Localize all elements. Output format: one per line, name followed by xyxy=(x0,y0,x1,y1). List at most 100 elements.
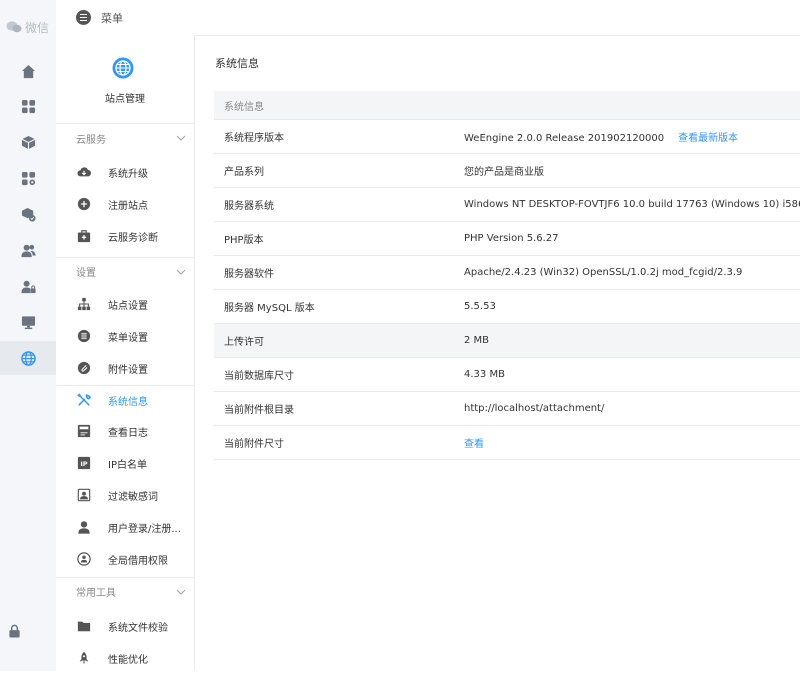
cube-icon xyxy=(21,135,35,149)
rail-modules[interactable] xyxy=(0,161,56,195)
row-value-text: WeEngine 2.0.0 Release 201902120000 xyxy=(464,133,665,144)
cloud-download-icon xyxy=(77,167,91,177)
sidebar-item-label: 用户登录/注册... xyxy=(108,523,181,535)
table-row: 当前数据库尺寸 4.33 MB xyxy=(214,358,800,392)
sidebar-item-system-upgrade[interactable]: 系统升级 xyxy=(56,157,194,187)
sidebar-item-label: 过滤敏感词 xyxy=(108,491,158,503)
section-common-tools[interactable]: 常用工具 xyxy=(56,577,194,605)
tools-icon xyxy=(77,393,91,406)
sidebar-item-label: 性能优化 xyxy=(108,654,148,666)
row-key: 系统程序版本 xyxy=(224,133,284,144)
row-value: 您的产品是商业版 xyxy=(464,167,544,178)
rail-lock[interactable] xyxy=(0,622,28,640)
top-bar-title: 菜单 xyxy=(101,11,123,25)
lock-icon xyxy=(8,624,20,638)
sidebar-item-label: IP白名单 xyxy=(108,459,147,471)
rail-cube[interactable] xyxy=(0,125,56,159)
filter-icon xyxy=(77,488,91,502)
row-key: 服务器 MySQL 版本 xyxy=(224,303,315,314)
log-icon xyxy=(77,424,91,438)
chevron-down-icon xyxy=(176,589,186,595)
table-row: 上传许可 2 MB xyxy=(214,324,800,358)
sidebar-item-label: 系统文件校验 xyxy=(108,622,168,634)
user-lock-icon xyxy=(20,280,36,293)
table-header-label: 系统信息 xyxy=(224,101,264,113)
check-latest-version-link[interactable]: 查看最新版本 xyxy=(678,133,738,144)
sidebar-item-label: 云服务诊断 xyxy=(108,232,158,244)
table-row: 服务器系统 Windows NT DESKTOP-FOVTJF6 10.0 bu… xyxy=(214,188,800,222)
table-header: 系统信息 xyxy=(214,91,800,120)
sidebar-item-register-site[interactable]: 注册站点 xyxy=(56,189,194,219)
chevron-down-icon xyxy=(176,135,186,141)
chevron-down-icon xyxy=(176,269,186,275)
menu-list-icon[interactable] xyxy=(76,10,91,25)
sidebar-item-file-check[interactable]: 系统文件校验 xyxy=(56,611,194,641)
ip-icon: IP xyxy=(77,456,91,470)
sidebar-item-site-settings[interactable]: 站点设置 xyxy=(56,289,194,319)
wechat-label: 微信 xyxy=(25,20,50,35)
sidebar-item-global-permission[interactable]: 全局借用权限 xyxy=(56,544,194,574)
sidebar-item-attachment-settings[interactable]: 附件设置 xyxy=(56,353,194,383)
section-label: 设置 xyxy=(76,268,96,279)
sidebar-item-label: 附件设置 xyxy=(108,364,148,376)
user-icon xyxy=(78,521,90,534)
apps-icon xyxy=(21,99,35,113)
row-key: 当前附件尺寸 xyxy=(224,439,284,450)
table-row: 产品系列 您的产品是商业版 xyxy=(214,154,800,188)
table-row: 服务器 MySQL 版本 5.5.53 xyxy=(214,290,800,324)
sitemap-icon xyxy=(77,297,91,311)
sidebar-item-label: 全局借用权限 xyxy=(108,555,168,567)
rail-apps[interactable] xyxy=(0,89,56,123)
sidebar-item-view-log[interactable]: 查看日志 xyxy=(56,416,194,446)
rocket-icon xyxy=(79,651,89,665)
monitor-icon xyxy=(21,315,35,329)
rail-monitor[interactable] xyxy=(0,305,56,339)
sidebar-item-menu-settings[interactable]: 菜单设置 xyxy=(56,321,194,351)
globe-icon xyxy=(20,350,36,366)
section-settings[interactable]: 设置 xyxy=(56,257,194,285)
sidebar-item-performance[interactable]: 性能优化 xyxy=(56,643,194,673)
wechat-icon xyxy=(6,21,22,33)
rail-globe[interactable] xyxy=(0,341,56,375)
row-value: PHP Version 5.6.27 xyxy=(464,233,559,244)
site-management-label: 站点管理 xyxy=(105,94,145,105)
table-row: 系统程序版本 WeEngine 2.0.0 Release 2019021200… xyxy=(214,120,800,154)
sidebar-item-user-login[interactable]: 用户登录/注册... xyxy=(56,512,194,542)
rail-users[interactable] xyxy=(0,233,56,267)
users-icon xyxy=(20,244,36,257)
row-key: 当前数据库尺寸 xyxy=(224,371,294,382)
site-management-header[interactable]: 站点管理 xyxy=(56,35,194,124)
table-row: 当前附件根目录 http://localhost/attachment/ xyxy=(214,392,800,426)
svg-text:IP: IP xyxy=(80,460,87,468)
rail-store[interactable] xyxy=(0,197,56,231)
permission-icon xyxy=(77,552,91,566)
row-key: 上传许可 xyxy=(224,337,264,348)
rail-user-lock[interactable] xyxy=(0,269,56,303)
wechat-brand[interactable]: 微信 xyxy=(6,18,54,36)
section-cloud-service[interactable]: 云服务 xyxy=(56,124,194,152)
section-label: 云服务 xyxy=(76,134,106,146)
sidebar-item-cloud-diagnosis[interactable]: 云服务诊断 xyxy=(56,221,194,251)
table-row: 服务器软件 Apache/2.4.23 (Win32) OpenSSL/1.0.… xyxy=(214,256,800,290)
row-value: Apache/2.4.23 (Win32) OpenSSL/1.0.2j mod… xyxy=(464,267,743,278)
section-label: 常用工具 xyxy=(76,588,116,599)
sidebar-item-sensitive-words[interactable]: 过滤敏感词 xyxy=(56,480,194,510)
row-key: 服务器软件 xyxy=(224,269,274,280)
list-circle-icon xyxy=(77,329,91,343)
sidebar-item-label: 系统升级 xyxy=(108,168,148,180)
sidebar-item-label: 菜单设置 xyxy=(108,332,148,344)
row-key: 当前附件根目录 xyxy=(224,405,294,416)
table-row: 当前附件尺寸 查看 xyxy=(214,426,800,460)
globe-icon xyxy=(112,57,134,79)
row-value: http://localhost/attachment/ xyxy=(464,403,605,414)
row-key: 产品系列 xyxy=(224,167,264,178)
row-value: 2 MB xyxy=(464,335,490,346)
page-title: 系统信息 xyxy=(215,57,259,70)
sidebar-item-system-info[interactable]: 系统信息 xyxy=(56,385,194,415)
rail-home[interactable] xyxy=(0,54,56,88)
view-attachment-size-link[interactable]: 查看 xyxy=(464,435,484,450)
modules-icon xyxy=(21,171,35,185)
home-icon xyxy=(21,64,35,78)
top-bar: 菜单 xyxy=(56,0,800,36)
sidebar-item-ip-whitelist[interactable]: IP IP白名单 xyxy=(56,448,194,478)
